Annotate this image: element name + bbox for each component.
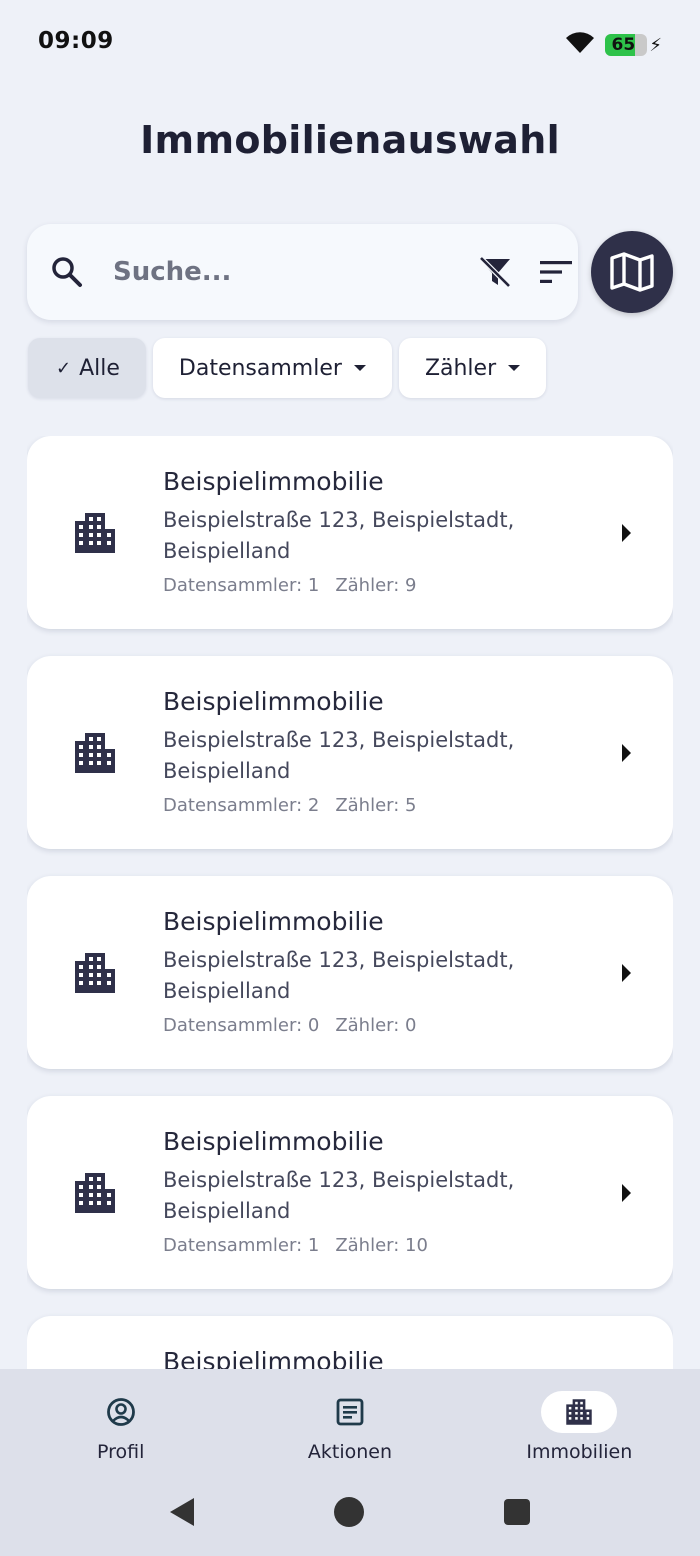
status-icons: 65 ⚡ (565, 32, 662, 58)
search-bar[interactable] (27, 224, 578, 320)
property-list: Beispielimmobilie Beispielstraße 123, Be… (27, 436, 673, 1369)
building-icon (566, 1399, 593, 1425)
charging-icon: ⚡ (649, 34, 662, 56)
clear-filter-button[interactable] (477, 247, 513, 297)
meter-count: Zähler: 0 (335, 1015, 417, 1036)
back-icon[interactable] (170, 1498, 194, 1526)
property-stats: Datensammler: 0 Zähler: 0 (163, 1015, 583, 1036)
property-address: Beispielstraße 123, Beispielstadt, Beisp… (163, 945, 583, 1007)
bottom-navigation: Profil Aktionen Immobilien (0, 1369, 700, 1556)
account-circle-icon (106, 1398, 135, 1426)
collector-count: Datensammler: 1 (163, 575, 320, 596)
nav-item-properties[interactable]: Immobilien (479, 1391, 679, 1463)
address-line: Beispielstraße 123, Beispielstadt, (163, 948, 515, 972)
property-stats: Datensammler: 2 Zähler: 5 (163, 795, 583, 816)
meter-count: Zähler: 9 (335, 575, 417, 596)
property-stats: Datensammler: 1 Zähler: 10 (163, 1235, 583, 1256)
property-card[interactable]: Beispielimmobilie Beispielstraße 123, Be… (27, 436, 673, 629)
property-name: Beispielimmobilie (163, 1127, 384, 1156)
address-line: Beispielland (163, 979, 291, 1003)
chip-meter[interactable]: Zähler (398, 338, 547, 398)
property-stats: Datensammler: 1 Zähler: 9 (163, 575, 583, 596)
battery-icon: 65 (605, 34, 648, 56)
chip-data-collector[interactable]: Datensammler (152, 338, 392, 398)
search-icon (51, 254, 83, 290)
chevron-right-icon (622, 744, 631, 762)
property-address: Beispielstraße 123, Beispielstadt, Beisp… (163, 725, 583, 787)
dropdown-caret-icon (353, 365, 366, 371)
property-name: Beispielimmobilie (163, 687, 384, 716)
chip-all-label: Alle (79, 355, 120, 381)
nav-label-properties: Immobilien (526, 1441, 633, 1463)
address-line: Beispielstraße 123, Beispielstadt, (163, 1168, 515, 1192)
address-line: Beispielstraße 123, Beispielstadt, (163, 508, 515, 532)
address-line: Beispielland (163, 539, 291, 563)
recents-icon[interactable] (504, 1499, 530, 1525)
check-icon: ✓ (56, 357, 72, 379)
filter-chips: ✓ Alle Datensammler Zähler (28, 338, 547, 398)
building-icon (75, 953, 115, 993)
dropdown-caret-icon (508, 365, 521, 371)
property-card[interactable]: Beispielimmobilie Beispielstraße 123, Be… (27, 1096, 673, 1289)
status-time: 09:09 (38, 28, 114, 54)
collector-count: Datensammler: 1 (163, 1235, 320, 1256)
chevron-right-icon (622, 524, 631, 542)
property-address: Beispielstraße 123, Beispielstadt, Beisp… (163, 505, 583, 567)
meter-count: Zähler: 10 (335, 1235, 428, 1256)
collector-count: Datensammler: 0 (163, 1015, 320, 1036)
system-navigation (0, 1497, 700, 1527)
nav-item-actions[interactable]: Aktionen (250, 1391, 450, 1463)
sort-button[interactable] (539, 247, 573, 297)
building-icon (75, 513, 115, 553)
battery-level: 65 (611, 35, 636, 55)
nav-label-actions: Aktionen (307, 1441, 393, 1463)
address-line: Beispielstraße 123, Beispielstadt, (163, 728, 515, 752)
property-name: Beispielimmobilie (163, 1347, 384, 1369)
map-view-button[interactable] (591, 231, 673, 313)
building-icon (75, 1173, 115, 1213)
chip-all[interactable]: ✓ Alle (28, 338, 146, 398)
address-line: Beispielland (163, 759, 291, 783)
search-input[interactable] (113, 257, 477, 287)
meter-count: Zähler: 5 (335, 795, 417, 816)
wifi-icon (565, 32, 595, 58)
property-card[interactable]: Beispielimmobilie Beispielstraße 123, Be… (27, 876, 673, 1069)
chip-meter-label: Zähler (424, 355, 497, 381)
property-name: Beispielimmobilie (163, 907, 384, 936)
address-line: Beispielland (163, 1199, 291, 1223)
sort-icon (540, 261, 572, 283)
property-name: Beispielimmobilie (163, 467, 384, 496)
nav-item-profile[interactable]: Profil (21, 1391, 221, 1463)
home-icon[interactable] (334, 1497, 364, 1527)
status-bar: 09:09 65 ⚡ (0, 0, 700, 86)
chip-data-collector-label: Datensammler (178, 355, 342, 381)
property-card[interactable]: Beispielimmobilie (27, 1316, 673, 1369)
collector-count: Datensammler: 2 (163, 795, 320, 816)
filter-off-icon (479, 256, 511, 288)
page-title: Immobilienauswahl (140, 118, 560, 162)
chevron-right-icon (622, 964, 631, 982)
property-card[interactable]: Beispielimmobilie Beispielstraße 123, Be… (27, 656, 673, 849)
chevron-right-icon (622, 1184, 631, 1202)
property-address: Beispielstraße 123, Beispielstadt, Beisp… (163, 1165, 583, 1227)
building-icon (75, 733, 115, 773)
map-icon (610, 252, 654, 292)
nav-label-profile: Profil (96, 1441, 145, 1463)
article-icon (336, 1398, 364, 1426)
